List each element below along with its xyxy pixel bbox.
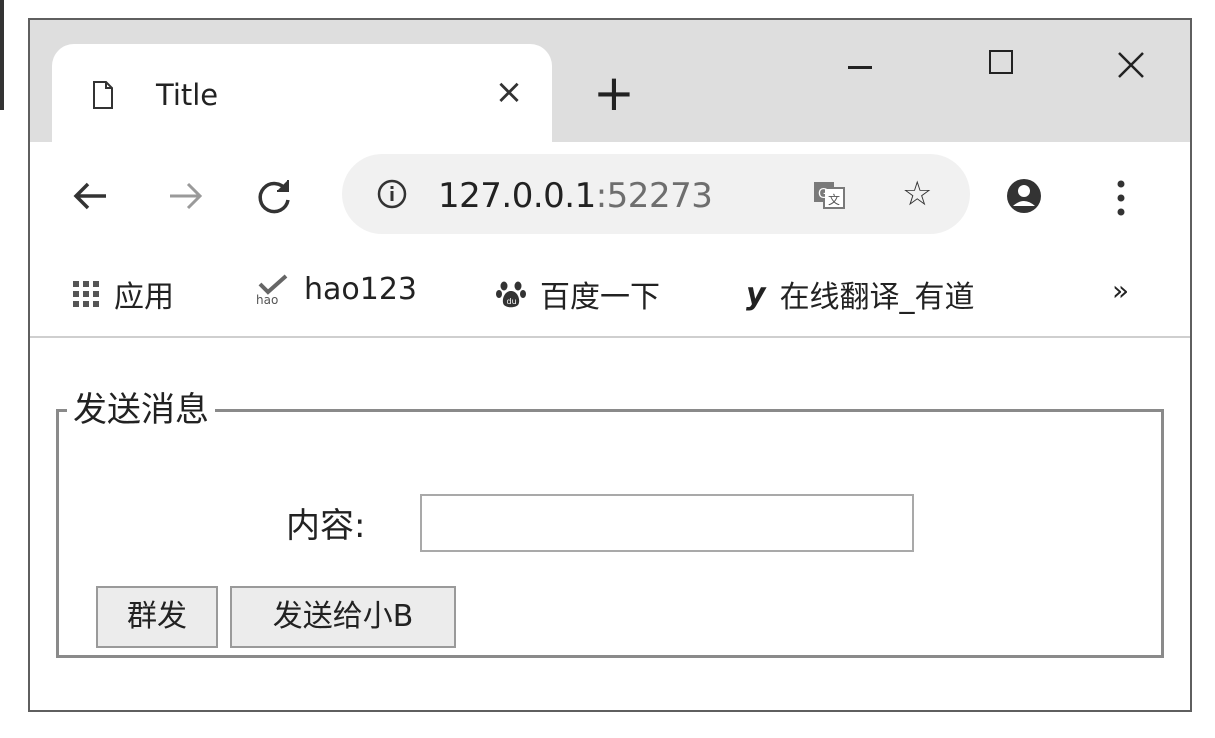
left-edge-border bbox=[0, 0, 4, 110]
url-port: :52273 bbox=[595, 176, 713, 216]
url-text[interactable]: 127.0.0.1:52273 bbox=[438, 176, 713, 216]
bookmark-hao123[interactable]: hao hao123 bbox=[256, 272, 417, 307]
close-window-button[interactable] bbox=[1106, 44, 1156, 84]
address-bar[interactable]: 127.0.0.1:52273 G 文 ☆ bbox=[342, 154, 970, 234]
bookmark-apps-label: 应用 bbox=[114, 280, 174, 315]
bookmark-youdao-label: 在线翻译_有道 bbox=[779, 280, 975, 315]
broadcast-button[interactable]: 群发 bbox=[96, 586, 218, 648]
document-icon bbox=[93, 81, 113, 109]
close-icon bbox=[1118, 52, 1144, 78]
bookmark-apps[interactable]: 应用 bbox=[72, 272, 174, 316]
forward-arrow-icon[interactable] bbox=[166, 176, 206, 216]
bookmark-youdao[interactable]: y 在线翻译_有道 bbox=[746, 272, 975, 316]
baidu-paw-icon: du bbox=[496, 281, 526, 308]
bookmark-star-icon[interactable]: ☆ bbox=[902, 174, 932, 214]
url-host: 127.0.0.1 bbox=[438, 176, 596, 216]
back-arrow-icon[interactable] bbox=[70, 176, 110, 216]
bookmark-baidu-label: 百度一下 bbox=[540, 280, 660, 315]
svg-text:文: 文 bbox=[828, 192, 840, 207]
more-menu-icon[interactable] bbox=[1116, 178, 1126, 218]
info-icon[interactable] bbox=[376, 178, 408, 210]
apps-grid-icon bbox=[73, 281, 99, 307]
youdao-icon: y bbox=[746, 276, 766, 312]
content-label: 内容: bbox=[286, 506, 366, 546]
bookmark-hao123-label: hao123 bbox=[304, 272, 418, 307]
tab-close-icon[interactable]: × bbox=[492, 72, 526, 112]
svg-text:hao: hao bbox=[256, 293, 278, 306]
translate-icon[interactable]: G 文 bbox=[812, 178, 846, 212]
send-to-b-button[interactable]: 发送给小B bbox=[230, 586, 456, 648]
tab-title[interactable]: Title × bbox=[52, 44, 552, 142]
new-tab-button[interactable]: + bbox=[590, 68, 638, 118]
send-message-legend: 发送消息 bbox=[73, 390, 209, 430]
hao123-icon: hao bbox=[256, 274, 288, 306]
svg-text:du: du bbox=[507, 297, 517, 306]
bookmarks-overflow-button[interactable]: » bbox=[1112, 274, 1129, 307]
reload-icon[interactable] bbox=[254, 176, 294, 216]
content-input[interactable] bbox=[420, 494, 914, 552]
maximize-button[interactable] bbox=[976, 44, 1026, 84]
bookmarks-bar: 应用 hao hao123 du 百度一下 y 在线翻译_有道 » bbox=[30, 242, 1190, 338]
svg-text:G: G bbox=[818, 187, 828, 202]
browser-window: Title × + 127.0.0.1:52273 G 文 ☆ 应用 hao h… bbox=[28, 18, 1192, 712]
bookmark-baidu[interactable]: du 百度一下 bbox=[496, 272, 660, 316]
minimize-button[interactable] bbox=[836, 44, 886, 84]
browser-toolbar: 127.0.0.1:52273 G 文 ☆ bbox=[30, 142, 1190, 242]
profile-icon[interactable] bbox=[1006, 178, 1042, 214]
tab-title-label: Title bbox=[156, 78, 219, 112]
tab-strip: Title × + bbox=[30, 20, 1190, 142]
page-content: 发送消息 内容: 群发 发送给小B bbox=[30, 338, 1190, 710]
